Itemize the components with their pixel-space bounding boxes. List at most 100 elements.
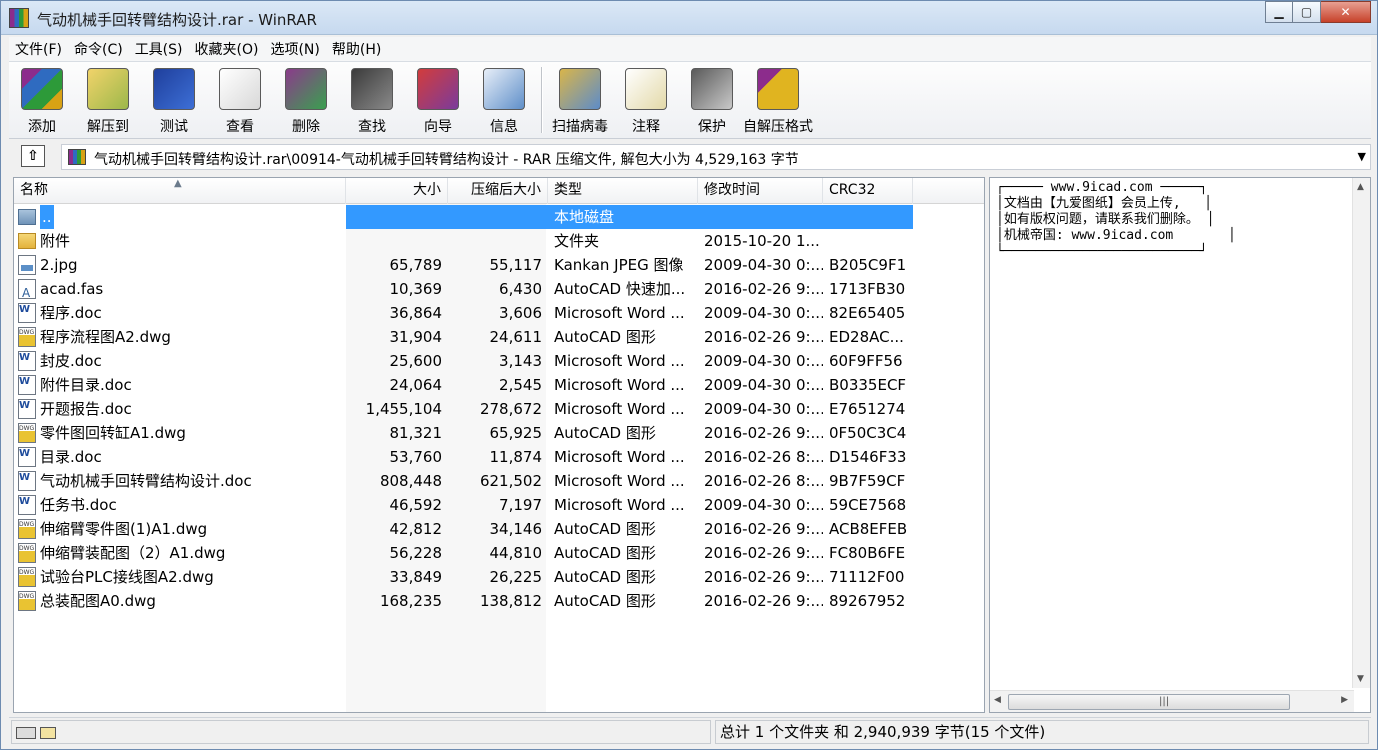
file-crc: 60F9FF56 [829,352,903,370]
minimize-button[interactable]: ▁ [1265,1,1293,23]
archive-path: 气动机械手回转臂结构设计.rar\00914-气动机械手回转臂结构设计 - RA… [94,152,799,168]
vertical-scrollbar[interactable]: ▲ ▼ [1352,178,1370,688]
toolbar-button-virus-scan[interactable]: 扫描病毒 [547,62,613,138]
file-name-cell: 任务书.doc [14,493,346,517]
file-row[interactable]: 封皮.doc 25,600 3,143 Microsoft Word ... 2009-… [14,349,984,373]
comment-line: │如有版权问题，请联系我们删除。 │ [996,212,1215,227]
toolbar: 添加 解压到 测试 查看 删除 查找 向导 信息 扫描病毒 注释 保护 自解压格式 [9,61,1371,139]
up-folder-button[interactable]: ⇧ [21,145,45,167]
file-crc: 59CE7568 [829,496,907,514]
toolbar-button-test[interactable]: 测试 [141,62,207,138]
file-size: 33,849 [389,568,443,586]
file-type: AutoCAD 图形 [554,592,656,610]
file-modified [698,205,823,229]
file-modified: 2009-04-30 0:... [704,256,823,274]
toolbar-label: 注释 [632,119,660,135]
chevron-down-icon[interactable]: ▼ [1358,150,1366,163]
key-icon[interactable] [40,727,56,739]
file-row[interactable]: 任务书.doc 46,592 7,197 Microsoft Word ... 2009… [14,493,984,517]
file-row[interactable]: 2.jpg 65,789 55,117 Kankan JPEG 图像 2009-04-3… [14,253,984,277]
toolbar-button-view[interactable]: 查看 [207,62,273,138]
file-modified: 2009-04-30 0:... [704,352,823,370]
file-packed-size: 11,874 [489,448,543,466]
file-size [346,205,448,229]
file-row[interactable]: 开题报告.doc 1,455,104 278,672 Microsoft Word .… [14,397,984,421]
file-row[interactable]: 伸缩臂装配图（2）A1.dwg 56,228 44,810 AutoCAD 图形 201… [14,541,984,565]
doc-icon [18,445,36,467]
file-row[interactable]: acad.fas 10,369 6,430 AutoCAD 快速加... 2016-02… [14,277,984,301]
dwg-icon [18,541,36,563]
menu-item-1[interactable]: 命令(C) [68,39,129,59]
file-list[interactable]: 名称 ▲ 大小 压缩后大小 类型 修改时间 CRC32 .. 本地磁盘 附件 文件夹 20… [13,177,985,713]
title-bar[interactable]: 气动机械手回转臂结构设计.rar - WinRAR ▁ ▢ ✕ [1,1,1377,35]
file-size: 81,321 [389,424,443,442]
file-size: 53,760 [389,448,443,466]
window-controls: ▁ ▢ ✕ [1265,1,1371,23]
file-size: 46,592 [389,496,443,514]
scroll-down-icon[interactable]: ▼ [1357,674,1364,684]
file-modified: 2016-02-26 9:... [704,520,823,538]
file-type: Microsoft Word ... [554,304,685,322]
file-name-cell: 零件图回转缸A1.dwg [14,421,346,445]
toolbar-button-sfx[interactable]: 自解压格式 [743,62,813,138]
file-packed-size: 65,925 [489,424,543,442]
close-button[interactable]: ✕ [1321,1,1371,23]
toolbar-button-add-archive[interactable]: 添加 [9,62,75,138]
menu-item-4[interactable]: 选项(N) [264,39,325,59]
file-name-cell: 伸缩臂零件图(1)A1.dwg [14,517,346,541]
file-row[interactable]: 程序.doc 36,864 3,606 Microsoft Word ... 2009-… [14,301,984,325]
file-packed-size [448,229,548,253]
maximize-button[interactable]: ▢ [1293,1,1321,23]
menu-item-5[interactable]: 帮助(H) [326,39,387,59]
file-row[interactable]: 附件目录.doc 24,064 2,545 Microsoft Word ... 200… [14,373,984,397]
file-row[interactable]: .. 本地磁盘 [14,205,984,229]
file-row[interactable]: 目录.doc 53,760 11,874 Microsoft Word ... 2016… [14,445,984,469]
toolbar-button-comment[interactable]: 注释 [613,62,679,138]
column-header-packed[interactable]: 压缩后大小 [448,178,548,204]
file-crc: 1713FB30 [829,280,906,298]
toolbar-button-delete[interactable]: 删除 [273,62,339,138]
horizontal-scrollbar[interactable]: ◀ ||| ▶ [990,690,1354,712]
path-combobox[interactable]: 气动机械手回转臂结构设计.rar\00914-气动机械手回转臂结构设计 - RA… [61,144,1371,170]
menu-item-0[interactable]: 文件(F) [9,39,68,59]
file-row[interactable]: 试验台PLC接线图A2.dwg 33,849 26,225 AutoCAD 图形 201… [14,565,984,589]
file-row[interactable]: 气动机械手回转臂结构设计.doc 808,448 621,502 Microsoft … [14,469,984,493]
column-header-size[interactable]: 大小 [346,178,448,204]
column-header-crc[interactable]: CRC32 [823,178,913,204]
toolbar-button-info[interactable]: 信息 [471,62,537,138]
file-row[interactable]: 附件 文件夹 2015-10-20 1... [14,229,984,253]
protect-icon [691,68,733,110]
scroll-up-icon[interactable]: ▲ [1357,182,1364,192]
toolbar-button-find[interactable]: 查找 [339,62,405,138]
file-modified: 2015-10-20 1... [704,232,820,250]
drive-icon[interactable] [16,727,36,739]
add-archive-icon [21,68,63,110]
file-row[interactable]: 零件图回转缸A1.dwg 81,321 65,925 AutoCAD 图形 2016-0… [14,421,984,445]
toolbar-button-extract[interactable]: 解压到 [75,62,141,138]
column-header-modified[interactable]: 修改时间 [698,178,823,204]
column-header-name[interactable]: 名称 ▲ [14,178,346,204]
file-row[interactable]: 伸缩臂零件图(1)A1.dwg 42,812 34,146 AutoCAD 图形 201… [14,517,984,541]
toolbar-label: 自解压格式 [743,119,813,135]
toolbar-button-wizard[interactable]: 向导 [405,62,471,138]
scroll-right-icon[interactable]: ▶ [1341,695,1348,705]
file-modified: 2016-02-26 8:... [704,472,823,490]
scroll-left-icon[interactable]: ◀ [994,695,1001,705]
file-modified: 2016-02-26 9:... [704,328,823,346]
file-name: 附件 [40,232,71,250]
scroll-thumb[interactable]: ||| [1008,694,1290,710]
file-crc: 9B7F59CF [829,472,906,490]
archive-comment: ┌───── www.9icad.com ─────┐ │文档由【九爱图纸】会员上… [996,180,1236,260]
menu-item-2[interactable]: 工具(S) [129,39,189,59]
file-type: AutoCAD 图形 [554,424,656,442]
dwg-icon [18,589,36,611]
file-packed-size: 26,225 [489,568,543,586]
menu-item-3[interactable]: 收藏夹(O) [189,39,265,59]
view-icon [219,68,261,110]
file-name: 气动机械手回转臂结构设计.doc [40,472,252,490]
toolbar-button-protect[interactable]: 保护 [679,62,745,138]
file-name: 2.jpg [40,256,78,274]
column-header-type[interactable]: 类型 [548,178,698,204]
file-row[interactable]: 程序流程图A2.dwg 31,904 24,611 AutoCAD 图形 2016-02… [14,325,984,349]
file-row[interactable]: 总装配图A0.dwg 168,235 138,812 AutoCAD 图形 2016-0… [14,589,984,613]
